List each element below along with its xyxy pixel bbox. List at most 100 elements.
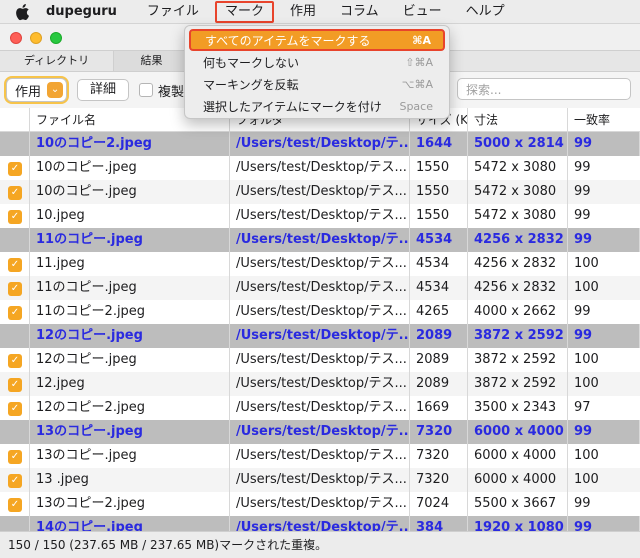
table-row[interactable]: ✓ 10のコピー.jpeg/Users/test/Desktop/テス... 155… (0, 156, 640, 180)
cell-size: 4265 (410, 300, 468, 324)
cell-filename: 14のコピー.jpeg (30, 516, 230, 531)
table-row[interactable]: ✓ 13のコピー.jpeg/Users/test/Desktop/テス... 732… (0, 444, 640, 468)
cell-match: 100 (574, 376, 599, 391)
table-row[interactable]: ✓ 13のコピー2.jpeg/Users/test/Desktop/テス... 70… (0, 492, 640, 516)
cell-match: 99 (574, 496, 591, 511)
cell-size: 7024 (410, 492, 468, 516)
cell-dimensions: 4256 x 2832 (468, 228, 568, 252)
mark-checkbox-icon[interactable]: ✓ (8, 258, 22, 272)
cell-dimensions: 5472 x 3080 (468, 156, 568, 180)
mark-menu-dropdown: すべてのアイテムをマークする ⌘A 何もマークしない ⇧⌘A マーキングを反転 … (184, 25, 450, 119)
table-row[interactable]: ✓ 13 .jpeg/Users/test/Desktop/テス... 7320 60… (0, 468, 640, 492)
cell-filename: 12のコピー.jpeg (30, 324, 230, 348)
cell-filename: 12のコピー2.jpeg (30, 396, 230, 420)
cell-dimensions: 6000 x 4000 (468, 468, 568, 492)
row-check-cell: ✓ (0, 468, 30, 492)
table-row-reference[interactable]: 12のコピー.jpeg/Users/test/Desktop/テ... 2089 3… (0, 324, 640, 348)
mark-checkbox-icon[interactable]: ✓ (8, 498, 22, 512)
row-check-cell: ✓ (0, 348, 30, 372)
cell-filename: 11のコピー.jpeg (30, 228, 230, 252)
mark-checkbox-icon[interactable]: ✓ (8, 378, 22, 392)
cell-match: 100 (574, 448, 599, 463)
table-row[interactable]: ✓ 11のコピー.jpeg/Users/test/Desktop/テス... 453… (0, 276, 640, 300)
table-row[interactable]: ✓ 11のコピー2.jpeg/Users/test/Desktop/テス... 42… (0, 300, 640, 324)
menu-columns[interactable]: コラム (332, 1, 387, 23)
mark-checkbox-icon[interactable]: ✓ (8, 282, 22, 296)
cell-folder: /Users/test/Desktop/テス... (230, 300, 410, 324)
cell-filename: 10のコピー.jpeg (30, 156, 230, 180)
menu-view[interactable]: ビュー (395, 1, 450, 23)
table-row[interactable]: ✓ 10のコピー.jpeg/Users/test/Desktop/テス... 155… (0, 180, 640, 204)
menu-file[interactable]: ファイル (139, 1, 207, 23)
cell-filename: 13 .jpeg (30, 468, 230, 492)
cell-dimensions: 6000 x 4000 (468, 444, 568, 468)
dupes-only-checkbox[interactable]: 複製 (139, 81, 184, 100)
close-window-button[interactable] (10, 32, 22, 44)
mark-checkbox-icon[interactable]: ✓ (8, 186, 22, 200)
search-input[interactable]: 探索... (457, 78, 631, 100)
mark-checkbox-icon[interactable]: ✓ (8, 450, 22, 464)
cell-dimensions: 4256 x 2832 (468, 252, 568, 276)
menu-item-shortcut: ⇧⌘A (405, 55, 433, 69)
menu-action[interactable]: 作用 (282, 1, 324, 23)
row-check-cell: ✓ (0, 156, 30, 180)
row-check-cell (0, 516, 30, 531)
cell-size: 2089 (410, 324, 468, 348)
cell-match: 100 (574, 256, 599, 271)
table-row[interactable]: ✓ 12のコピー2.jpeg/Users/test/Desktop/テス... 16… (0, 396, 640, 420)
table-row[interactable]: ✓ 12.jpeg/Users/test/Desktop/テス... 2089 387… (0, 372, 640, 396)
menu-bar: dupeguru ファイル マーク 作用 コラム ビュー ヘルプ (0, 0, 640, 24)
cell-size: 1669 (410, 396, 468, 420)
menu-item-mark-none[interactable]: 何もマークしない ⇧⌘A (189, 51, 445, 73)
mark-checkbox-icon[interactable]: ✓ (8, 474, 22, 488)
table-row[interactable]: ✓ 12のコピー.jpeg/Users/test/Desktop/テス... 208… (0, 348, 640, 372)
mark-checkbox-icon[interactable]: ✓ (8, 162, 22, 176)
table-row-reference[interactable]: 13のコピー.jpeg/Users/test/Desktop/テ... 7320 6… (0, 420, 640, 444)
cell-match: 99 (568, 324, 640, 348)
details-button[interactable]: 詳細 (77, 79, 130, 101)
column-header-check[interactable] (0, 108, 30, 131)
column-header-dimensions[interactable]: 寸法 (468, 108, 568, 131)
cell-filename: 11のコピー.jpeg (30, 276, 230, 300)
cell-match: 99 (568, 420, 640, 444)
app-name-menu[interactable]: dupeguru (46, 4, 117, 19)
apple-icon[interactable] (14, 3, 30, 21)
minimize-window-button[interactable] (30, 32, 42, 44)
column-header-match[interactable]: 一致率 (568, 108, 640, 131)
table-row-reference[interactable]: 10のコピー2.jpeg/Users/test/Desktop/テ... 1644… (0, 132, 640, 156)
mark-checkbox-icon[interactable]: ✓ (8, 402, 22, 416)
table-row[interactable]: ✓ 11.jpeg/Users/test/Desktop/テス... 4534 425… (0, 252, 640, 276)
cell-folder: /Users/test/Desktop/テ... (230, 132, 410, 156)
menu-item-mark-selected[interactable]: 選択したアイテムにマークを付け Space (189, 95, 445, 117)
cell-filename: 11.jpeg (30, 252, 230, 276)
tab-results[interactable]: 結果 (114, 51, 190, 71)
action-popup-button[interactable]: 作用 ⌄ (6, 78, 68, 102)
cell-dimensions: 5472 x 3080 (468, 204, 568, 228)
row-check-cell: ✓ (0, 276, 30, 300)
menu-mark[interactable]: マーク (214, 0, 274, 23)
menu-help[interactable]: ヘルプ (458, 1, 513, 23)
cell-folder: /Users/test/Desktop/テス... (230, 276, 410, 300)
mark-checkbox-icon[interactable]: ✓ (8, 354, 22, 368)
cell-folder: /Users/test/Desktop/テス... (230, 444, 410, 468)
cell-match: 100 (574, 352, 599, 367)
menu-item-shortcut: ⌘A (412, 33, 431, 47)
zoom-window-button[interactable] (50, 32, 62, 44)
table-row-reference[interactable]: 11のコピー.jpeg/Users/test/Desktop/テ... 4534 4… (0, 228, 640, 252)
mark-checkbox-icon[interactable]: ✓ (8, 210, 22, 224)
cell-dimensions: 5500 x 3667 (468, 492, 568, 516)
menu-item-invert-marking[interactable]: マーキングを反転 ⌥⌘A (189, 73, 445, 95)
menu-item-mark-all[interactable]: すべてのアイテムをマークする ⌘A (189, 29, 445, 51)
tab-directories[interactable]: ディレクトリ (0, 51, 114, 71)
cell-size: 1550 (410, 180, 468, 204)
mark-checkbox-icon[interactable]: ✓ (8, 306, 22, 320)
row-check-cell: ✓ (0, 396, 30, 420)
cell-folder: /Users/test/Desktop/テス... (230, 252, 410, 276)
cell-dimensions: 5000 x 2814 (468, 132, 568, 156)
table-row[interactable]: ✓ 10.jpeg/Users/test/Desktop/テス... 1550 547… (0, 204, 640, 228)
cell-filename: 13のコピー2.jpeg (30, 492, 230, 516)
row-check-cell: ✓ (0, 444, 30, 468)
table-row-reference[interactable]: 14のコピー.jpeg/Users/test/Desktop/テ... 384 19… (0, 516, 640, 531)
checkbox-box[interactable] (139, 83, 154, 97)
cell-size: 7320 (410, 468, 468, 492)
